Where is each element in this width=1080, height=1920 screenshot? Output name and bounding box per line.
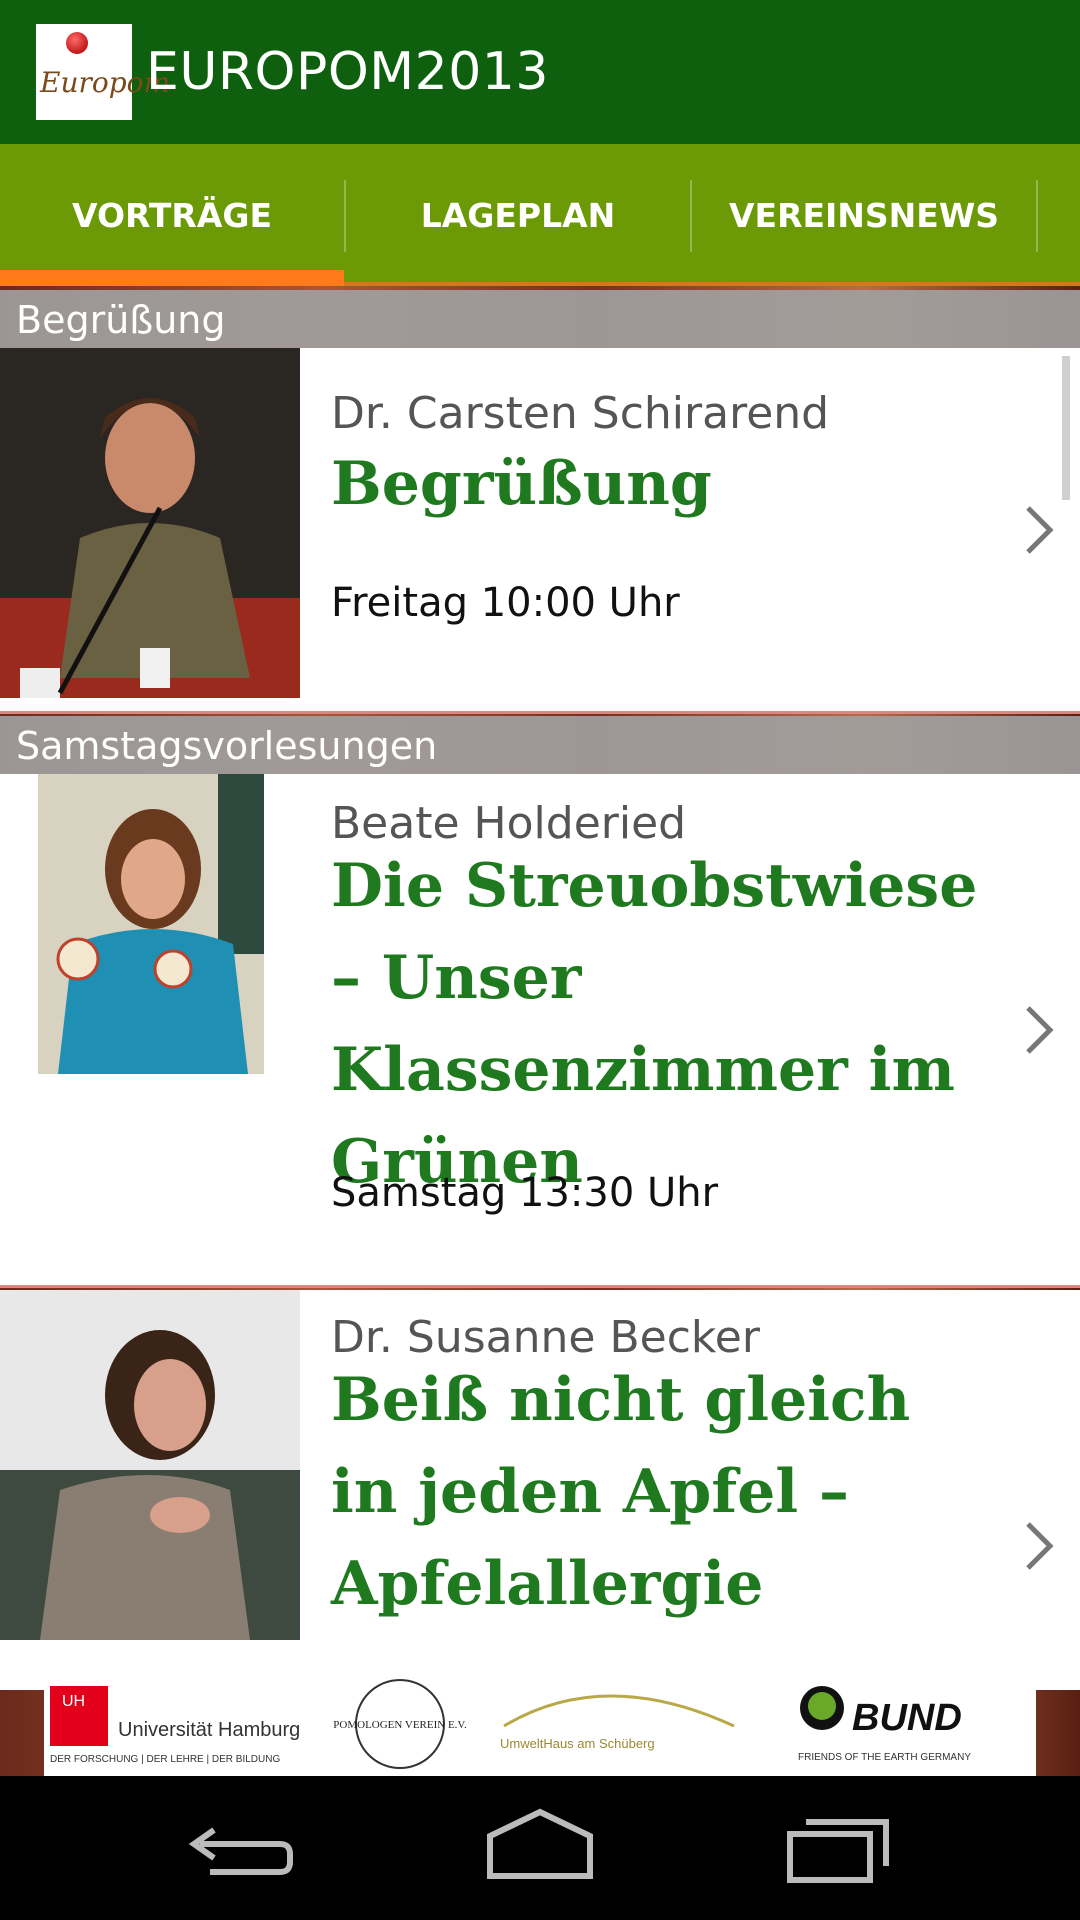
pomologen-text: POMOLOGEN VEREIN E.V. [333, 1719, 467, 1731]
chevron-right-icon [1026, 1522, 1054, 1570]
uhh-mark-text: UH [62, 1693, 85, 1710]
bund-mark-inner [808, 1692, 836, 1720]
umwelthaus-text: UmweltHaus am Schüberg [500, 1736, 655, 1751]
list-item[interactable]: Beate Holderied Die Streuobstwiese – Uns… [0, 774, 1080, 1288]
speaker-name: Dr. Carsten Schirarend [331, 388, 830, 439]
tab-vortraege[interactable]: VORTRÄGE [0, 144, 344, 286]
row-divider [0, 1285, 1080, 1288]
back-icon[interactable] [170, 1800, 310, 1896]
speaker-photo [0, 1290, 300, 1640]
uhh-tagline-text: DER FORSCHUNG | DER LEHRE | DER BILDUNG [50, 1754, 280, 1765]
tab-label: VEREINSNEWS [728, 195, 1000, 235]
talk-time: Samstag 13:30 Uhr [331, 1170, 719, 1216]
tab-label: LAGEPLAN [420, 195, 616, 235]
talk-time: Freitag 10:00 Uhr [331, 580, 680, 626]
uhh-name-text: Universität Hamburg [118, 1719, 300, 1741]
tab-lageplan[interactable]: LAGEPLAN [346, 144, 690, 286]
tab-divider [1036, 180, 1038, 252]
logo-text: Europom [40, 66, 171, 99]
talk-title: Die Streuobstwiese – Unser Klassenzimmer… [331, 851, 978, 1197]
sponsor-banner[interactable]: UH Universität Hamburg DER FORSCHUNG | D… [44, 1672, 1036, 1776]
talk-title: Begrüßung [331, 449, 712, 519]
tab-bar: VORTRÄGE LAGEPLAN VEREINSNEWS [0, 144, 1080, 286]
scrollbar[interactable] [1062, 356, 1070, 500]
speaker-photo [0, 348, 300, 698]
tab-label: VORTRÄGE [71, 195, 273, 235]
home-icon[interactable] [470, 1800, 610, 1896]
section-header-samstagsvorlesungen: Samstagsvorlesungen [0, 716, 1080, 774]
list-item[interactable]: Dr. Carsten Schirarend Begrüßung Freitag… [0, 348, 1080, 714]
talk-title: Beiß nicht gleich in jeden Apfel – Apfel… [331, 1365, 911, 1619]
bund-tagline-text: FRIENDS OF THE EARTH GERMANY [798, 1752, 971, 1763]
tab-selected-indicator [0, 270, 344, 286]
app-logo[interactable]: Europom [36, 24, 171, 120]
umwelthaus-arc [503, 1694, 735, 1728]
bund-text: BUND [852, 1697, 962, 1739]
chevron-right-icon [1026, 1006, 1054, 1054]
tab-vereinsnews[interactable]: VEREINSNEWS [692, 144, 1036, 286]
app-bar: Europom EUROPOM2013 [0, 0, 1080, 144]
row-divider [0, 711, 1080, 714]
list-item[interactable]: Dr. Susanne Becker Beiß nicht gleich in … [0, 1290, 1080, 1690]
tab-indicator-track [344, 282, 1080, 286]
section-title: Samstagsvorlesungen [16, 724, 438, 768]
sponsor-logos: UH Universität Hamburg DER FORSCHUNG | D… [50, 1679, 971, 1769]
apple-icon [66, 32, 88, 54]
app-title: EUROPOM2013 [146, 42, 549, 102]
section-header-begruessung: Begrüßung [0, 290, 1080, 348]
recent-apps-icon[interactable] [770, 1800, 910, 1896]
speaker-photo [38, 774, 264, 1074]
system-nav-bar [0, 1776, 1080, 1920]
section-title: Begrüßung [16, 298, 226, 342]
chevron-right-icon [1026, 506, 1054, 554]
